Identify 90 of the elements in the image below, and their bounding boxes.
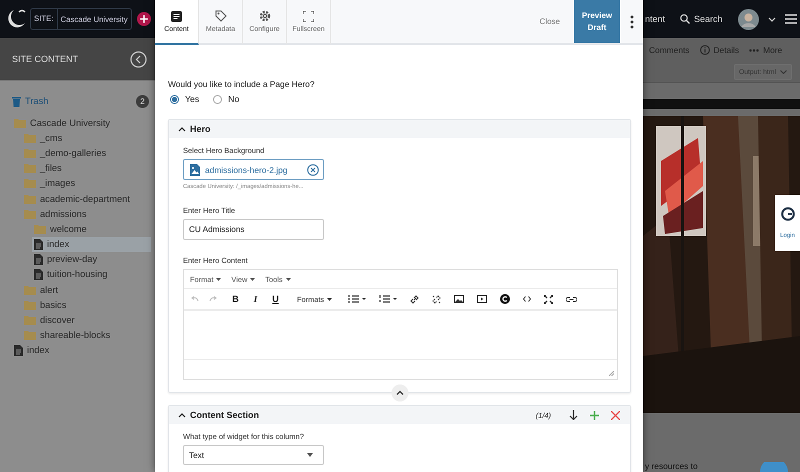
folder-icon xyxy=(24,300,36,310)
caret-icon xyxy=(307,453,313,457)
collapse-button[interactable] xyxy=(390,384,408,402)
close-button[interactable]: Close xyxy=(526,0,574,43)
folder-icon xyxy=(34,224,46,234)
document-icon xyxy=(34,238,43,250)
settings-icon xyxy=(258,10,270,22)
tag-icon xyxy=(214,10,226,22)
image-icon[interactable] xyxy=(454,295,464,303)
tree-item[interactable]: preview-day xyxy=(32,252,151,267)
tree-item[interactable]: basics xyxy=(22,297,151,312)
image-file-icon xyxy=(190,164,200,176)
radio-button[interactable] xyxy=(213,94,222,104)
bullet-list-icon[interactable] xyxy=(348,295,366,303)
collapse-icon[interactable] xyxy=(130,50,147,68)
tree-item[interactable]: academic-department xyxy=(22,190,151,206)
folder-icon xyxy=(24,163,36,174)
circle-c-icon[interactable] xyxy=(500,294,510,304)
format-button[interactable]: I xyxy=(251,294,260,304)
count-badge: 2 xyxy=(136,94,149,108)
menu-icon[interactable] xyxy=(784,14,797,24)
radio-option[interactable]: Yes xyxy=(170,94,200,104)
fullscreen-icon[interactable] xyxy=(544,294,554,304)
sidebar-title: SITE CONTENT xyxy=(12,54,78,64)
link-icon[interactable] xyxy=(410,294,420,304)
info-icon xyxy=(700,45,710,55)
clock-icon xyxy=(780,207,794,221)
add-icon[interactable] xyxy=(136,12,151,26)
body-text: y resources to xyxy=(645,460,698,472)
tree-item[interactable]: tuition-housing xyxy=(32,266,151,282)
tree-item[interactable]: index xyxy=(32,236,151,252)
resize-handle-icon[interactable] xyxy=(609,371,614,376)
folder-icon xyxy=(24,132,36,143)
folder-icon xyxy=(24,148,36,158)
close-icon[interactable] xyxy=(611,410,620,420)
folder-icon xyxy=(24,315,36,326)
avatar[interactable] xyxy=(738,8,759,30)
tree-item[interactable]: _cms xyxy=(22,130,151,146)
tree-item[interactable]: discover xyxy=(22,312,151,328)
question-label: Would you like to include a Page Hero? xyxy=(168,79,316,89)
move-down-icon[interactable] xyxy=(569,410,578,420)
tree-item[interactable]: welcome xyxy=(32,221,151,236)
panel-header[interactable]: Hero xyxy=(169,120,630,138)
trash-icon xyxy=(12,96,21,106)
unlink-icon[interactable] xyxy=(432,294,442,304)
more-icon xyxy=(749,48,760,52)
code-icon[interactable] xyxy=(523,296,532,302)
radio-option[interactable]: No xyxy=(213,94,240,104)
title-input[interactable]: CU Admissions xyxy=(183,219,324,240)
format-button[interactable]: U xyxy=(271,294,280,304)
folder-icon xyxy=(14,118,26,128)
tree-item[interactable]: shareable-blocks xyxy=(22,328,151,343)
document-icon xyxy=(34,268,43,280)
document-icon xyxy=(34,254,43,265)
tree-item[interactable]: _images xyxy=(22,176,151,191)
radio-button[interactable] xyxy=(170,94,179,104)
folder-icon xyxy=(24,330,36,340)
caret-icon xyxy=(250,278,256,280)
caret-icon xyxy=(286,278,291,280)
media-icon[interactable] xyxy=(477,295,488,303)
tree-item[interactable]: Cascade University xyxy=(12,115,151,130)
chevron-icon xyxy=(178,126,186,132)
tree-item[interactable]: admissions xyxy=(22,206,151,222)
tree-item[interactable]: _files xyxy=(22,160,151,176)
numbered-list-icon[interactable] xyxy=(379,295,398,303)
caret-icon xyxy=(327,298,332,300)
preview-draft-button[interactable]: Preview Draft xyxy=(574,0,620,43)
search-button[interactable]: Search xyxy=(680,14,723,24)
folder-icon xyxy=(24,284,36,295)
nav-link[interactable]: ntent xyxy=(645,14,666,24)
more-options-icon[interactable] xyxy=(630,14,634,28)
file-chooser[interactable]: admissions-hero-2.jpg xyxy=(183,159,324,180)
format-button[interactable]: B xyxy=(231,294,240,304)
fullscreen-icon xyxy=(303,10,314,22)
folder-icon xyxy=(24,208,36,219)
tree-item[interactable]: alert xyxy=(22,282,151,298)
link-icon[interactable] xyxy=(566,296,578,302)
folder-icon xyxy=(24,194,36,204)
widget-select[interactable]: Text xyxy=(183,445,324,465)
chevron-down-icon[interactable] xyxy=(768,16,776,22)
document-icon xyxy=(171,10,182,22)
caret-icon xyxy=(216,278,222,280)
document-icon xyxy=(14,344,23,356)
clear-icon[interactable] xyxy=(307,164,319,176)
tree-item[interactable]: index xyxy=(12,342,151,358)
chevron-down-icon xyxy=(780,70,787,74)
search-icon xyxy=(680,14,690,24)
folder-icon xyxy=(24,178,36,188)
chevron-icon xyxy=(178,412,186,418)
tree-item[interactable]: _demo-galleries xyxy=(22,145,151,161)
